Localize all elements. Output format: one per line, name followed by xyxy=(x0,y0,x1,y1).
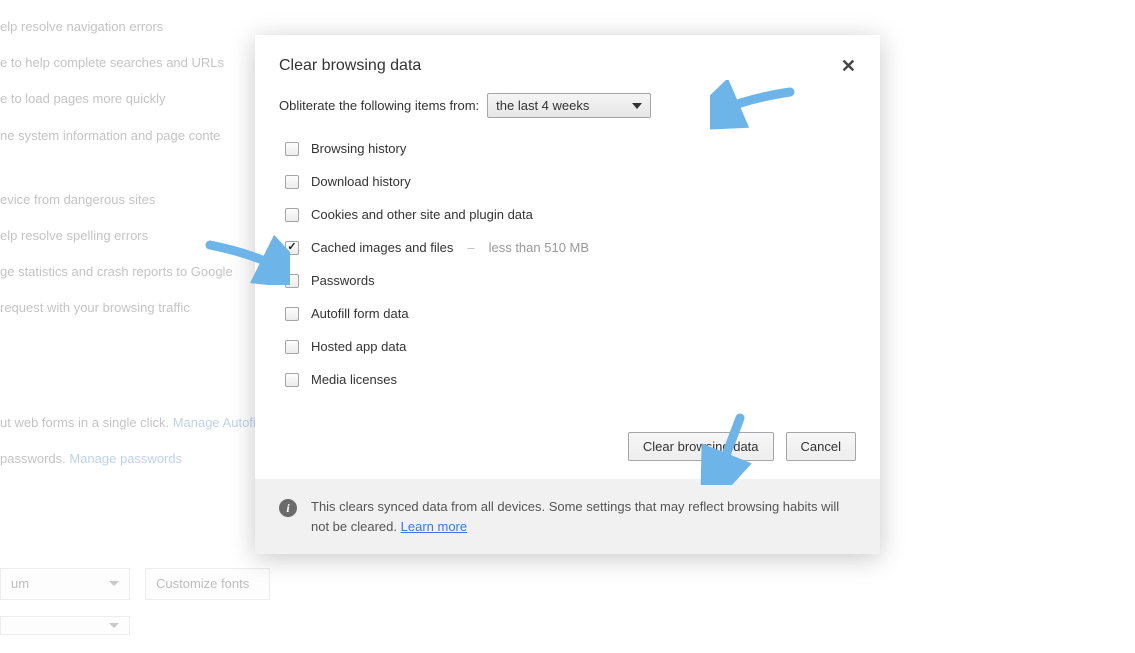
checkbox-row-passwords: Passwords xyxy=(285,264,856,297)
checkbox-label: Passwords xyxy=(311,273,375,288)
checkbox-list: Browsing history Download history Cookie… xyxy=(279,132,856,396)
checkbox-extra: less than 510 MB xyxy=(489,240,589,255)
checkbox-row-browsing-history: Browsing history xyxy=(285,132,856,165)
dialog-footer: i This clears synced data from all devic… xyxy=(255,479,880,554)
checkbox-label: Download history xyxy=(311,174,411,189)
chevron-down-icon xyxy=(632,103,642,109)
checkbox[interactable] xyxy=(285,340,299,354)
annotation-arrow-icon xyxy=(700,410,760,485)
chevron-down-icon xyxy=(109,623,119,628)
checkbox-row-cached: Cached images and files – less than 510 … xyxy=(285,231,856,264)
chevron-down-icon xyxy=(109,581,119,586)
checkbox[interactable] xyxy=(285,373,299,387)
learn-more-link[interactable]: Learn more xyxy=(401,519,467,534)
annotation-arrow-icon xyxy=(200,235,290,285)
checkbox[interactable] xyxy=(285,142,299,156)
checkbox-row-cookies: Cookies and other site and plugin data xyxy=(285,198,856,231)
close-icon[interactable]: ✕ xyxy=(841,57,856,75)
checkbox-label: Media licenses xyxy=(311,372,397,387)
timeframe-value: the last 4 weeks xyxy=(496,98,589,113)
checkbox-row-autofill: Autofill form data xyxy=(285,297,856,330)
bg-select-1[interactable]: um xyxy=(0,568,130,600)
checkbox-row-media-licenses: Media licenses xyxy=(285,363,856,396)
checkbox-label: Cached images and files xyxy=(311,240,453,255)
checkbox-label: Browsing history xyxy=(311,141,406,156)
timeframe-select[interactable]: the last 4 weeks xyxy=(487,93,651,118)
footer-text-wrap: This clears synced data from all devices… xyxy=(311,497,856,536)
obliterate-label: Obliterate the following items from: xyxy=(279,98,479,113)
footer-text: This clears synced data from all devices… xyxy=(311,499,839,534)
dialog-buttons: Clear browsing data Cancel xyxy=(255,414,880,479)
checkbox-label: Cookies and other site and plugin data xyxy=(311,207,533,222)
cancel-button[interactable]: Cancel xyxy=(786,432,856,461)
checkbox-label: Hosted app data xyxy=(311,339,406,354)
dialog-title: Clear browsing data xyxy=(279,57,421,75)
checkbox-label: Autofill form data xyxy=(311,306,409,321)
manage-passwords-link[interactable]: Manage passwords xyxy=(69,451,182,466)
checkbox-row-download-history: Download history xyxy=(285,165,856,198)
dialog-body: Obliterate the following items from: the… xyxy=(255,87,880,414)
bg-select-3[interactable] xyxy=(0,616,130,635)
annotation-arrow-icon xyxy=(710,80,800,130)
checkbox[interactable] xyxy=(285,208,299,222)
bg-line: elp resolve navigation errors xyxy=(0,18,1135,36)
info-icon: i xyxy=(279,499,297,517)
bg-select-2[interactable]: Customize fonts xyxy=(145,568,270,600)
checkbox-row-hosted-app: Hosted app data xyxy=(285,330,856,363)
checkbox[interactable] xyxy=(285,175,299,189)
checkbox[interactable] xyxy=(285,307,299,321)
